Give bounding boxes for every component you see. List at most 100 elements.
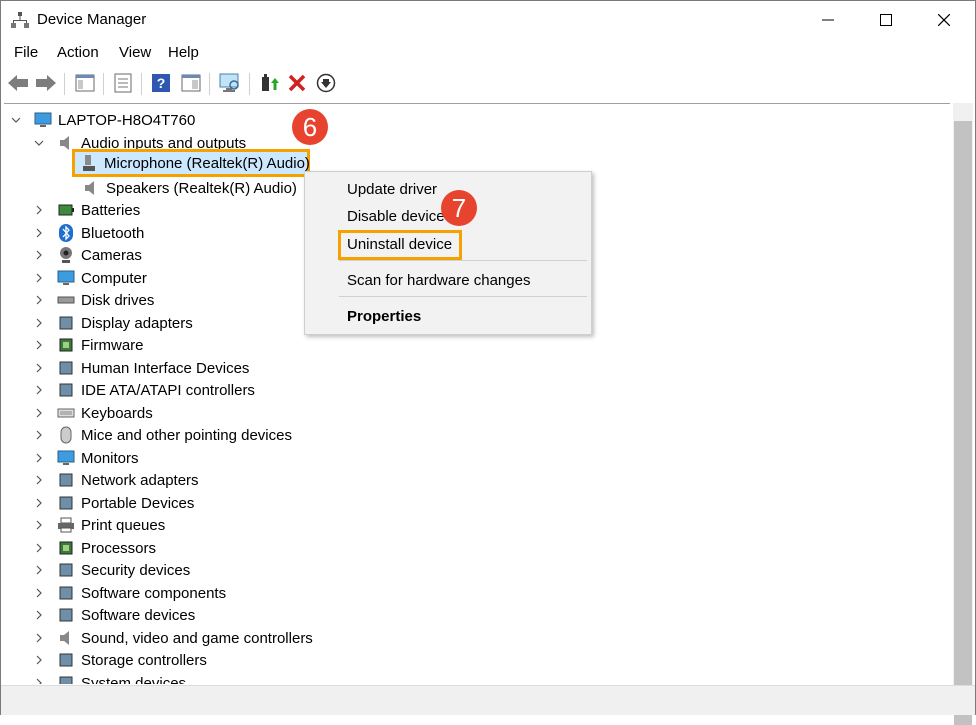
menu-action[interactable]: Action <box>57 43 99 62</box>
tree-category-software-component[interactable]: Software components <box>57 582 226 604</box>
tree-item-label: Bluetooth <box>81 224 145 242</box>
tree-category-speaker[interactable]: Sound, video and game controllers <box>57 627 313 649</box>
tree-category-hid[interactable]: Human Interface Devices <box>57 357 249 379</box>
camera-icon <box>57 246 75 264</box>
tree-category-storage-controller[interactable]: Storage controllers <box>57 649 207 671</box>
chevron-right-icon[interactable] <box>33 407 45 419</box>
chevron-right-icon[interactable] <box>33 429 45 441</box>
tree-item-label: Print queues <box>81 516 166 534</box>
chevron-right-icon[interactable] <box>33 542 45 554</box>
chevron-right-icon[interactable] <box>33 249 45 261</box>
tree-category-system-device[interactable]: System devices <box>57 672 186 684</box>
chevron-right-icon[interactable] <box>33 474 45 486</box>
step-badge-6: 6 <box>292 109 328 145</box>
download-icon[interactable] <box>314 71 338 95</box>
chevron-right-icon[interactable] <box>33 362 45 374</box>
tree-category-network-adapter[interactable]: Network adapters <box>57 469 199 491</box>
context-uninstall-device[interactable]: Uninstall device <box>347 236 452 253</box>
tree-item-label: Network adapters <box>81 471 199 489</box>
processor-icon <box>57 539 75 557</box>
tree-category-disk-drive[interactable]: Disk drives <box>57 289 154 311</box>
chevron-right-icon[interactable] <box>33 519 45 531</box>
tree-item-label: IDE ATA/ATAPI controllers <box>81 381 255 399</box>
menu-file[interactable]: File <box>14 43 38 62</box>
tree-category-bluetooth[interactable]: Bluetooth <box>57 222 144 244</box>
tree-root-computer[interactable]: LAPTOP-H8O4T760 <box>34 109 195 131</box>
forward-arrow-icon[interactable] <box>34 71 58 95</box>
close-button[interactable] <box>921 1 967 39</box>
window-title: Device Manager <box>37 11 147 28</box>
tree-item-label: Security devices <box>81 561 191 579</box>
chevron-right-icon[interactable] <box>33 677 45 684</box>
speaker-icon <box>57 629 75 647</box>
chevron-right-icon[interactable] <box>33 204 45 216</box>
chevron-down-icon[interactable] <box>10 114 22 126</box>
speaker-icon <box>82 179 100 197</box>
tree-item-label: Human Interface Devices <box>81 359 250 377</box>
tree-category-mouse[interactable]: Mice and other pointing devices <box>57 424 292 446</box>
keyboard-icon <box>57 404 75 422</box>
tree-category-firmware[interactable]: Firmware <box>57 334 144 356</box>
computer-icon <box>57 269 75 287</box>
tree-category-computer[interactable]: Computer <box>57 267 147 289</box>
view-icon[interactable] <box>179 71 203 95</box>
context-scan-hardware[interactable]: Scan for hardware changes <box>347 272 530 289</box>
tree-item-label: Sound, video and game controllers <box>81 629 313 647</box>
tree-item-label: Software devices <box>81 606 196 624</box>
update-driver-icon[interactable] <box>257 71 281 95</box>
scrollbar-thumb[interactable] <box>954 121 972 725</box>
tree-item-label: Storage controllers <box>81 651 207 669</box>
back-arrow-icon[interactable] <box>6 71 30 95</box>
chevron-right-icon[interactable] <box>33 632 45 644</box>
display-adapter-icon <box>57 314 75 332</box>
chevron-down-icon[interactable] <box>33 137 45 149</box>
chevron-right-icon[interactable] <box>33 272 45 284</box>
chevron-right-icon[interactable] <box>33 587 45 599</box>
context-properties[interactable]: Properties <box>347 308 421 325</box>
help-icon[interactable]: ? <box>149 71 173 95</box>
chevron-right-icon[interactable] <box>33 339 45 351</box>
chevron-right-icon[interactable] <box>33 654 45 666</box>
tree-category-software-device[interactable]: Software devices <box>57 604 195 626</box>
tree-category-portable-device[interactable]: Portable Devices <box>57 492 194 514</box>
tree-category-battery[interactable]: Batteries <box>57 199 140 221</box>
context-separator <box>339 260 587 261</box>
chevron-right-icon[interactable] <box>33 384 45 396</box>
firmware-icon <box>57 336 75 354</box>
tree-category-camera[interactable]: Cameras <box>57 244 142 266</box>
chevron-right-icon[interactable] <box>33 609 45 621</box>
tree-item-label: Disk drives <box>81 291 155 309</box>
tree-category-ide-controller[interactable]: IDE ATA/ATAPI controllers <box>57 379 255 401</box>
chevron-right-icon[interactable] <box>33 317 45 329</box>
mouse-icon <box>57 426 75 444</box>
tree-category-processor[interactable]: Processors <box>57 537 156 559</box>
tree-item-speakers[interactable]: Speakers (Realtek(R) Audio) <box>82 177 297 199</box>
menu-help[interactable]: Help <box>168 43 199 62</box>
vertical-scrollbar[interactable] <box>953 103 973 725</box>
tree-category-keyboard[interactable]: Keyboards <box>57 402 153 424</box>
tree-category-printer[interactable]: Print queues <box>57 514 165 536</box>
minimize-button[interactable] <box>805 1 851 39</box>
chevron-right-icon[interactable] <box>33 564 45 576</box>
chevron-right-icon[interactable] <box>33 452 45 464</box>
tree-item-microphone[interactable]: Microphone (Realtek(R) Audio) <box>80 152 310 174</box>
context-disable-device[interactable]: Disable device <box>347 208 445 225</box>
software-component-icon <box>57 584 75 602</box>
maximize-button[interactable] <box>863 1 909 39</box>
show-hide-tree-icon[interactable] <box>73 71 97 95</box>
scan-monitor-icon[interactable] <box>218 71 242 95</box>
context-separator <box>339 296 587 297</box>
menu-view[interactable]: View <box>119 43 151 62</box>
uninstall-x-icon[interactable] <box>285 71 309 95</box>
tree-category-monitor[interactable]: Monitors <box>57 447 139 469</box>
chevron-right-icon[interactable] <box>33 497 45 509</box>
tree-item-label: Processors <box>81 539 157 557</box>
tree-category-security-device[interactable]: Security devices <box>57 559 190 581</box>
chevron-right-icon[interactable] <box>33 227 45 239</box>
tree-category-display-adapter[interactable]: Display adapters <box>57 312 193 334</box>
context-update-driver[interactable]: Update driver <box>347 181 437 198</box>
step-badge-7: 7 <box>441 190 477 226</box>
properties-icon[interactable] <box>111 71 135 95</box>
chevron-right-icon[interactable] <box>33 294 45 306</box>
tree-item-label: Display adapters <box>81 314 193 332</box>
